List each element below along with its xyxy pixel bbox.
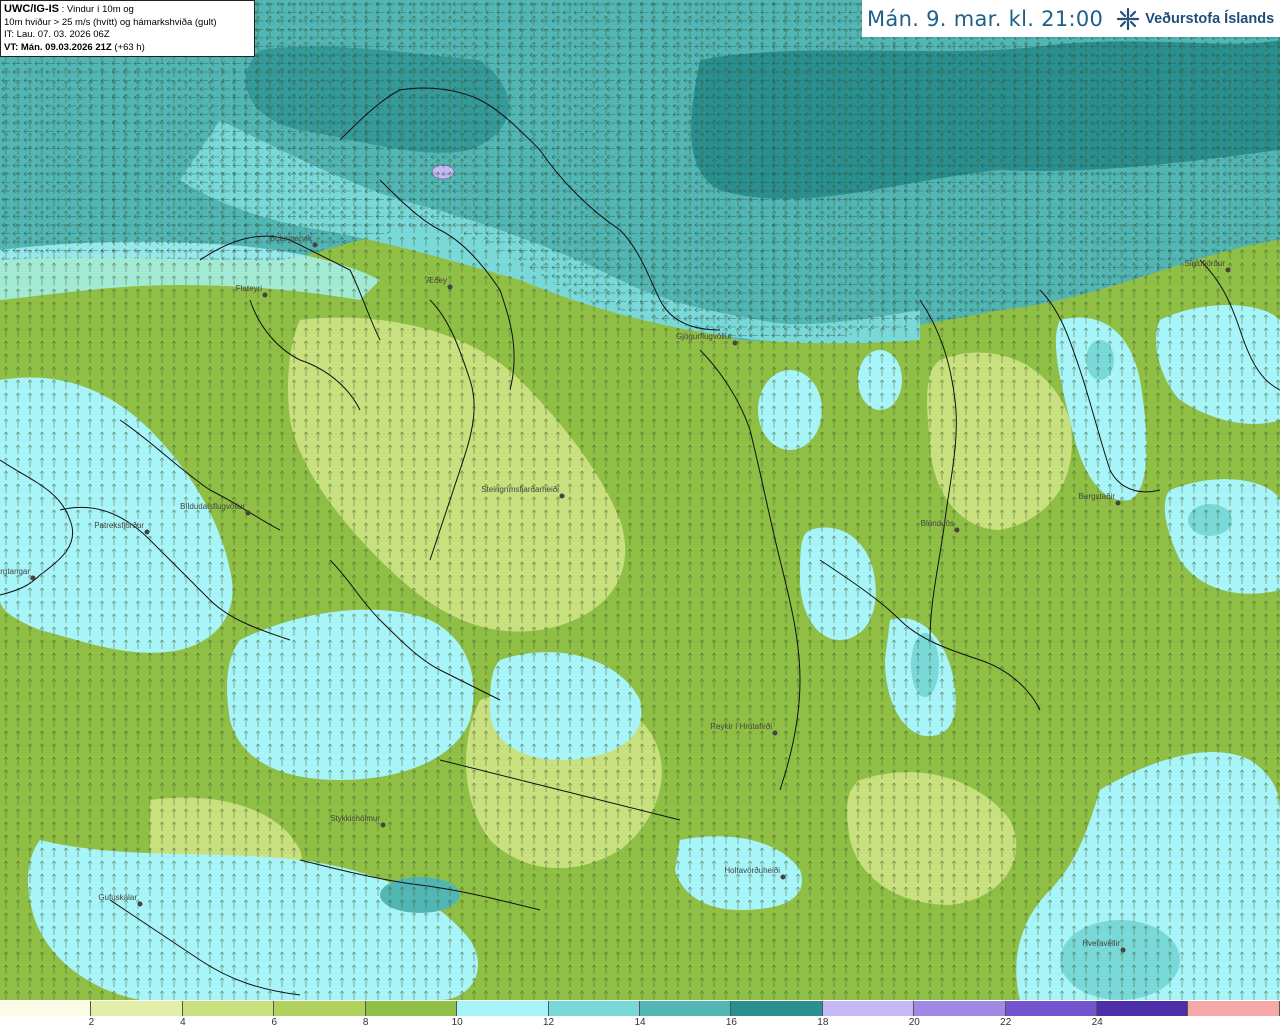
legend-swatch: [914, 1001, 1006, 1016]
place-label: Bíldudalsflugvöllur: [180, 502, 245, 511]
legend-swatch: [0, 1001, 92, 1016]
place-dot: [559, 493, 565, 499]
place-label: Bolungarvík: [270, 234, 313, 243]
place-dot: [732, 340, 738, 346]
place-dot: [780, 874, 786, 880]
legend-tick-label: 22: [1000, 1017, 1012, 1028]
legend-swatch: [731, 1001, 823, 1016]
place-dot: [245, 510, 251, 516]
place-dot: [772, 730, 778, 736]
legend-color-bar: [0, 1001, 1280, 1016]
place-label: Holtavörðuheiði: [724, 866, 780, 875]
model-name: UWC/IG-IS: [4, 3, 59, 15]
legend-swatch: [1005, 1001, 1098, 1016]
place-label: Gufuskálar: [98, 893, 137, 902]
legend-swatch: [182, 1001, 275, 1016]
place-label: Gjögurflugvöllur: [676, 332, 732, 341]
wind-map: Bolungarvík Flateyri Æðey Gjögurflugvöllur S…: [0, 0, 1280, 1000]
place-dot: [30, 575, 36, 581]
place-dot: [380, 822, 386, 828]
place-dot: [312, 242, 318, 248]
gust-description: 10m hviður > 25 m/s (hvítt) og hámarkshv…: [4, 16, 217, 28]
place-dot: [1120, 947, 1126, 953]
place-dot: [262, 292, 268, 298]
legend-tick-label: 14: [634, 1017, 646, 1028]
place-label: Stykkishólmur: [330, 814, 380, 823]
place-dot: [137, 901, 143, 907]
place-dot: [447, 284, 453, 290]
valid-time-title: Mán. 9. mar. kl. 21:00: [867, 6, 1104, 31]
initial-time: IT: Lau. 07. 03. 2026 06Z: [4, 29, 110, 40]
legend-tick-label: 4: [180, 1017, 186, 1028]
legend-tick-label: 12: [543, 1017, 555, 1028]
legend-tick-label: 6: [271, 1017, 278, 1028]
info-box: UWC/IG-IS : Vindur í 10m og 10m hviður >…: [0, 0, 255, 57]
place-dot: [144, 529, 150, 535]
legend-swatch: [457, 1001, 549, 1016]
legend-tick-labels: 2 4 6 8 10 12 14 16 18 20 22 24: [0, 1016, 1280, 1030]
legend-swatch: [548, 1001, 640, 1016]
valid-time-stamp: VT: Mán. 09.03.2026 21Z: [4, 41, 112, 53]
title-box: Mán. 9. mar. kl. 21:00 Veðurstofa Ísland…: [862, 0, 1280, 37]
place-label: Bjargtangar: [0, 567, 30, 576]
place-label: Flateyri: [236, 284, 262, 293]
legend-swatch: [365, 1001, 458, 1016]
place-label: Hveravellir: [1082, 939, 1120, 948]
legend-tick-label: 2: [88, 1017, 95, 1028]
legend-tick-label: 24: [1091, 1017, 1103, 1028]
place-label: Æðey: [426, 276, 447, 285]
legend-tick-label: 8: [362, 1017, 369, 1028]
place-dot: [954, 527, 960, 533]
place-label: Reykir í Hrútafirði: [710, 722, 772, 731]
legend-swatch: [91, 1001, 183, 1016]
color-legend: 2 4 6 8 10 12 14 16 18 20 22 24: [0, 1000, 1280, 1030]
legend-swatch: [639, 1001, 732, 1016]
legend-tick-label: 10: [451, 1017, 463, 1028]
legend-swatch: [1188, 1001, 1280, 1016]
legend-swatch: [822, 1001, 915, 1016]
legend-swatch: [1097, 1001, 1189, 1016]
vedurstofa-logo-icon: [1117, 7, 1140, 30]
place-dot: [1115, 500, 1121, 506]
legend-swatch: [274, 1001, 366, 1016]
place-label: Siglufjörður: [1185, 259, 1226, 268]
legend-tick-label: 18: [817, 1017, 829, 1028]
legend-tick-label: 16: [725, 1017, 737, 1028]
model-description: : Vindur í 10m og: [59, 4, 134, 15]
place-label: Blönduós: [921, 519, 954, 528]
place-label: Bergstaðir: [1079, 492, 1116, 501]
forecast-offset: (+63 h): [111, 41, 145, 53]
legend-tick-label: 20: [908, 1017, 920, 1028]
place-dot: [1225, 267, 1231, 273]
vedurstofa-logo: Veðurstofa Íslands: [1115, 6, 1274, 32]
place-label: Patreksfjörður: [94, 521, 144, 530]
vedurstofa-logo-text: Veðurstofa Íslands: [1145, 10, 1275, 27]
place-label: Steingrímsfjarðarheiði: [481, 485, 559, 494]
